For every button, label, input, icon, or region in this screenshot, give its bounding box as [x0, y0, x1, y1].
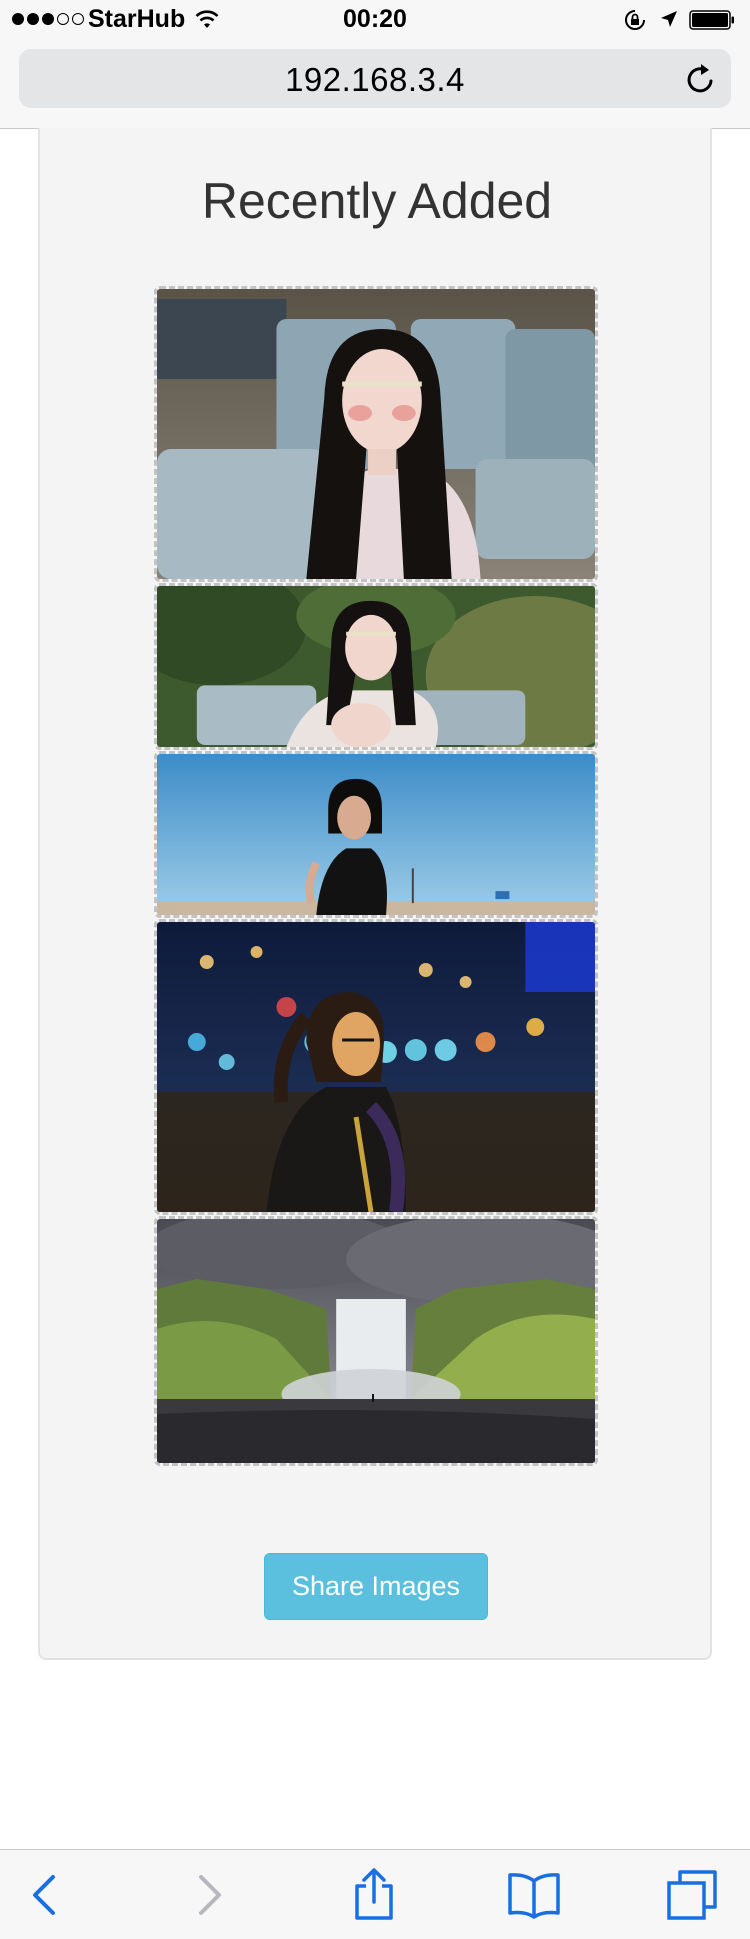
- reload-icon[interactable]: [685, 62, 717, 96]
- share-images-button[interactable]: Share Images: [264, 1553, 488, 1620]
- back-button[interactable]: [14, 1870, 74, 1920]
- photo-woman-blue-sky: [157, 754, 595, 915]
- photo-waterfall-landscape: [157, 1219, 595, 1463]
- page-title: Recently Added: [201, 173, 553, 229]
- orientation-lock-icon: [625, 10, 645, 30]
- image-tile[interactable]: [154, 919, 598, 1215]
- image-tile[interactable]: [154, 751, 598, 918]
- image-tile[interactable]: [154, 583, 598, 750]
- photo-woman-headband-garden: [157, 586, 595, 747]
- browser-toolbar: [0, 1849, 750, 1939]
- share-icon: [355, 1868, 393, 1920]
- url-text[interactable]: 192.168.3.4: [19, 61, 731, 99]
- bookmarks-icon: [508, 1873, 560, 1919]
- back-chevron-icon: [33, 1875, 55, 1915]
- forward-chevron-icon: [199, 1875, 221, 1915]
- browser-header: 192.168.3.4: [0, 40, 750, 129]
- status-bar: StarHub 00:20: [0, 0, 750, 40]
- forward-button[interactable]: [180, 1870, 240, 1920]
- share-button[interactable]: [344, 1868, 404, 1920]
- tabs-button[interactable]: [662, 1870, 722, 1920]
- address-bar[interactable]: 192.168.3.4: [19, 49, 731, 108]
- bookmarks-button[interactable]: [504, 1870, 564, 1920]
- location-arrow-icon: [661, 11, 677, 27]
- battery-icon: [689, 10, 734, 30]
- photo-woman-headband-sofa: [157, 289, 595, 579]
- content-panel: Recently Added Share Images: [38, 128, 712, 1660]
- photo-woman-night-city: [157, 922, 595, 1212]
- image-tile[interactable]: [154, 1216, 598, 1466]
- tabs-icon: [667, 1870, 717, 1920]
- image-tile[interactable]: [154, 286, 598, 582]
